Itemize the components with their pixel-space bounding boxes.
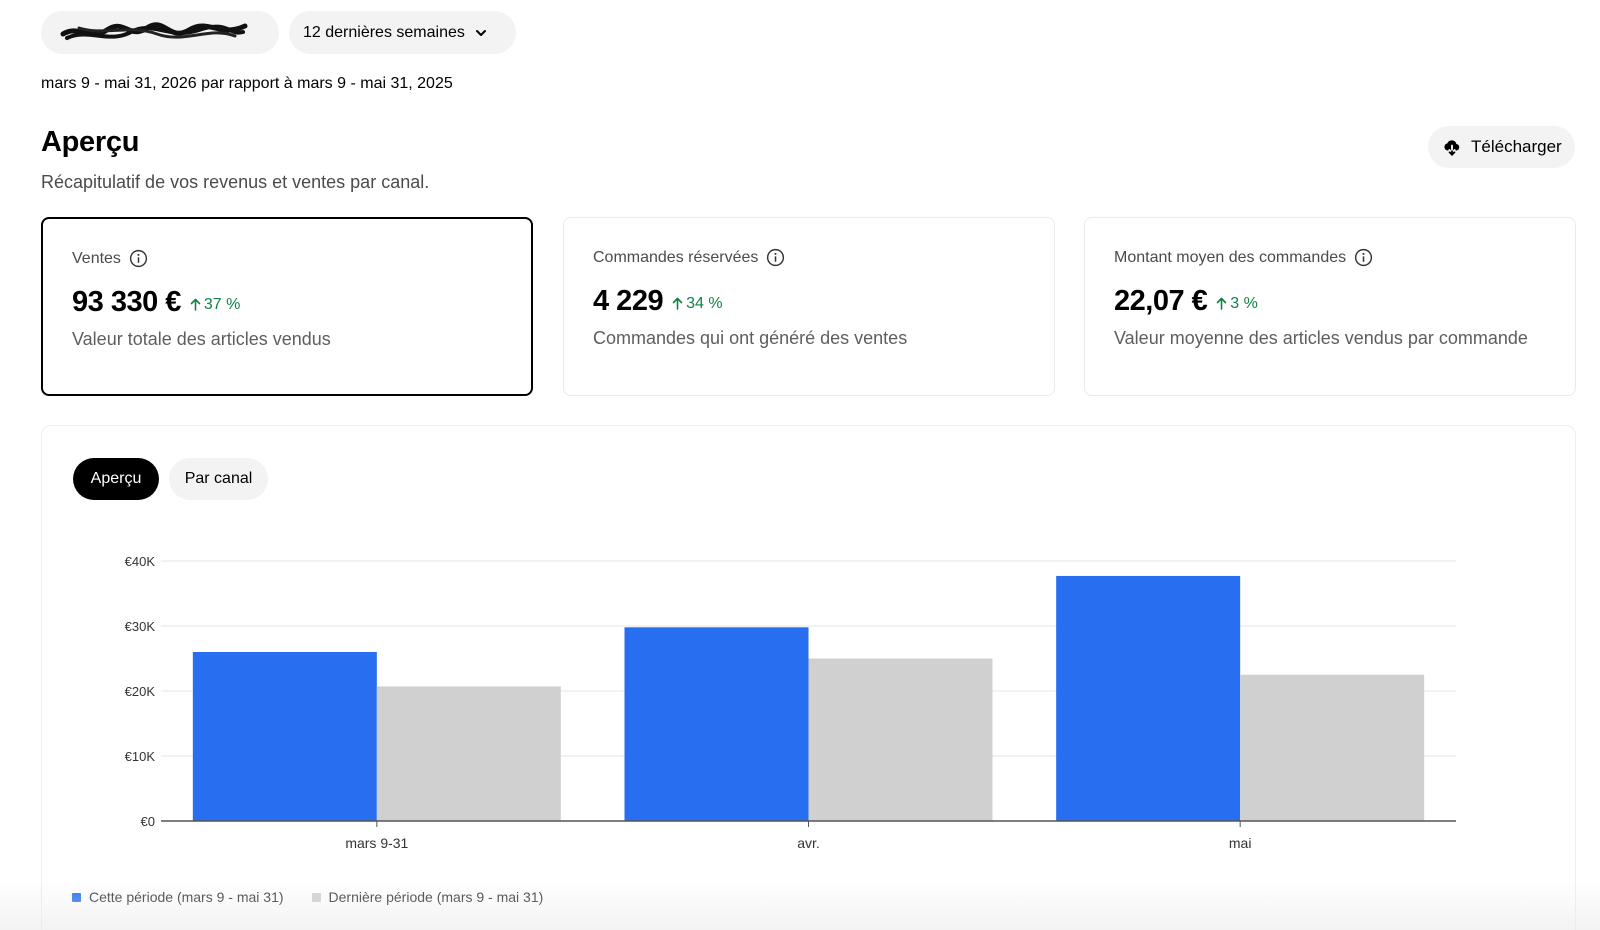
y-tick-label: €20K	[125, 684, 156, 699]
bar-current-period	[1056, 575, 1241, 821]
kpi-value: 93 330 €	[72, 286, 181, 318]
kpi-value-row: 4 229 34 %	[593, 285, 723, 318]
kpi-change-value: 3 %	[1230, 294, 1258, 312]
sales-bar-chart: €0 €10K €20K €30K €40K mars 9-31 avr. mai	[125, 554, 1456, 851]
y-tick-label: €30K	[125, 619, 156, 634]
chart-legend: Cette période (mars 9 - mai 31) Dernière…	[72, 889, 543, 905]
period-label: 12 dernières semaines	[303, 23, 465, 41]
store-selector[interactable]	[41, 11, 279, 54]
kpi-label-row: Commandes réservées	[593, 248, 785, 267]
kpi-label: Montant moyen des commandes	[1114, 248, 1347, 266]
kpi-card-ventes[interactable]: Ventes 93 330 € 37 % Valeur totale des a…	[41, 217, 533, 396]
page-title: Aperçu	[41, 126, 140, 158]
bar-current-period	[624, 627, 809, 821]
x-tick-label: mai	[1229, 835, 1252, 851]
kpi-change: 37 %	[190, 296, 240, 314]
kpi-change-value: 37 %	[203, 295, 241, 313]
kpi-description: Commandes qui ont généré des ventes	[593, 328, 908, 348]
cloud-download-icon	[1444, 140, 1460, 156]
y-tick-label: €40K	[125, 554, 156, 569]
kpi-value: 22,07 €	[1114, 285, 1208, 317]
arrow-up-icon	[190, 298, 201, 311]
info-icon[interactable]	[766, 248, 785, 267]
kpi-value: 4 229	[593, 285, 664, 317]
info-icon[interactable]	[129, 249, 148, 268]
kpi-label-row: Ventes	[72, 249, 148, 268]
x-tick-label: avr.	[797, 835, 820, 851]
bar-previous-period	[1240, 674, 1425, 821]
download-label: Télécharger	[1471, 137, 1562, 156]
chart-card: Aperçu Par canal €0 €10K €20K €30K €40K mars …	[41, 425, 1576, 930]
page-subtitle: Récapitulatif de vos revenus et ventes p…	[41, 172, 430, 192]
redacted-store-name-scribble	[60, 21, 248, 40]
y-tick-label: €0	[141, 814, 155, 829]
bar-previous-period	[376, 686, 561, 821]
x-tick-label: mars 9-31	[345, 835, 408, 851]
kpi-change: 3 %	[1216, 295, 1258, 313]
kpi-card-commandes[interactable]: Commandes réservées 4 229 34 % Commandes…	[563, 217, 1055, 396]
legend-label-previous: Dernière période (mars 9 - mai 31)	[328, 889, 544, 905]
kpi-change: 34 %	[672, 294, 723, 313]
legend-item-current[interactable]: Cette période (mars 9 - mai 31)	[72, 889, 284, 905]
kpi-change-value: 34 %	[686, 294, 723, 312]
info-icon[interactable]	[1354, 248, 1373, 267]
download-button[interactable]: Télécharger	[1428, 126, 1575, 168]
legend-swatch-previous	[311, 892, 321, 902]
arrow-up-icon	[1216, 297, 1227, 310]
arrow-up-icon	[672, 297, 683, 310]
date-range-text: mars 9 - mai 31, 2026 par rapport à mars…	[41, 75, 453, 92]
kpi-label: Commandes réservées	[593, 248, 759, 266]
bar-current-period	[192, 652, 377, 821]
legend-item-previous[interactable]: Dernière période (mars 9 - mai 31)	[311, 889, 544, 905]
kpi-card-montant-moyen[interactable]: Montant moyen des commandes 22,07 € 3 % …	[1084, 217, 1576, 396]
kpi-description: Valeur totale des articles vendus	[72, 329, 331, 349]
kpi-value-row: 22,07 € 3 %	[1114, 285, 1258, 318]
y-tick-label: €10K	[125, 749, 156, 764]
kpi-label: Ventes	[72, 249, 121, 267]
legend-swatch-current	[72, 892, 81, 902]
period-dropdown[interactable]: 12 dernières semaines	[289, 11, 516, 54]
kpi-value-row: 93 330 € 37 %	[72, 286, 240, 319]
kpi-label-row: Montant moyen des commandes	[1114, 248, 1373, 267]
kpi-description: Valeur moyenne des articles vendus par c…	[1114, 328, 1528, 348]
bar-previous-period	[808, 658, 993, 821]
legend-label-current: Cette période (mars 9 - mai 31)	[89, 889, 284, 905]
chevron-down-icon	[475, 29, 486, 36]
